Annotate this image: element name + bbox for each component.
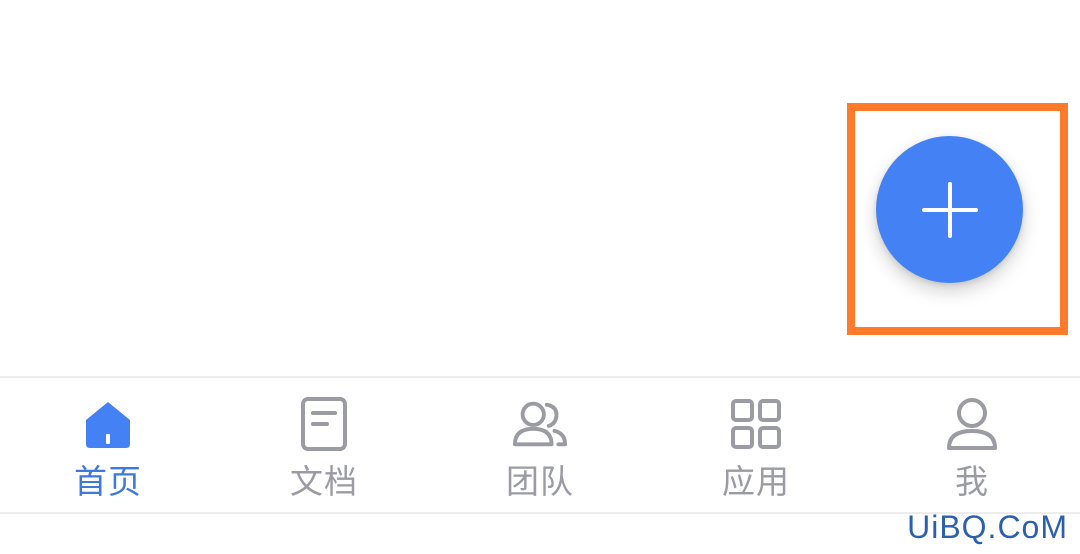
home-icon: [80, 396, 136, 452]
tab-apps-label: 应用: [722, 462, 790, 501]
watermark-text: UiBQ.CoM: [907, 509, 1068, 545]
tab-team[interactable]: 团队: [432, 378, 648, 512]
tab-documents-label: 文档: [290, 462, 358, 501]
apps-grid-icon: [728, 396, 784, 452]
tab-me[interactable]: 我: [864, 378, 1080, 512]
tab-home[interactable]: 首页: [0, 378, 216, 512]
document-icon: [296, 396, 352, 452]
tab-home-label: 首页: [74, 462, 142, 501]
user-icon: [944, 396, 1000, 452]
tab-me-label: 我: [955, 462, 989, 501]
tab-documents[interactable]: 文档: [216, 378, 432, 512]
tab-apps[interactable]: 应用: [648, 378, 864, 512]
tab-team-label: 团队: [506, 462, 574, 501]
plus-icon: [921, 181, 978, 238]
screen: 首页 文档 团队 应用 我 UiBQ.CoM: [0, 0, 1080, 554]
team-icon: [512, 396, 568, 452]
create-new-fab-button[interactable]: [876, 136, 1023, 283]
bottom-tab-bar: 首页 文档 团队 应用 我: [0, 376, 1080, 514]
